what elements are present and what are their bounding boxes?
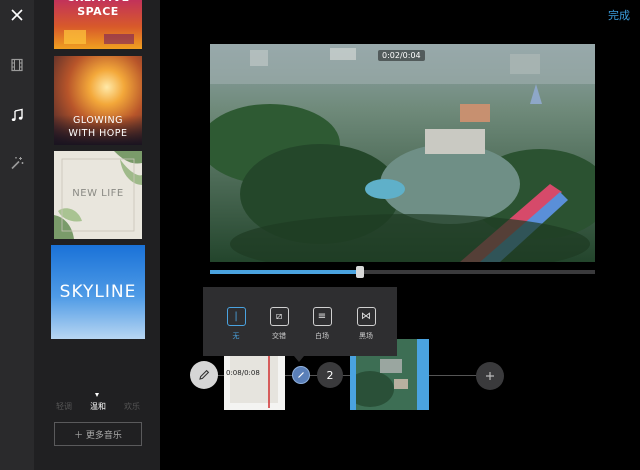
transition-label: 无 [232,332,240,340]
film-icon [11,58,23,72]
tool-rail [0,0,34,470]
done-button[interactable]: 完成 [608,7,630,23]
transition-popup: | 无 ⧄ 交错 ≡ 白场 ⋈ 黑场 [203,287,397,356]
style-selected-caret [95,393,99,397]
scrubber-progress [210,270,360,274]
close-icon [11,9,23,21]
crossfade-icon: ⧄ [269,307,289,326]
theme-tile-glowing-with-hope[interactable]: GLOWING WITH HOPE [54,56,142,145]
transition-option-crossfade[interactable]: ⧄ 交错 [259,307,299,341]
more-music-button[interactable]: ＋ 更多音乐 [54,422,142,446]
transition-option-white-fade[interactable]: ≡ 白场 [302,307,342,341]
transition-label: 交错 [272,332,286,340]
scrubber-handle[interactable] [356,266,364,278]
clip-index-badge: 2 [317,362,343,388]
theme-tile-label: CREATIVE SPACE [66,0,129,18]
plus-icon [486,372,494,380]
theme-tile-new-life[interactable]: NEW LIFE [54,151,142,239]
transition-label: 白场 [315,332,329,340]
theme-park-aerial-image [210,44,595,262]
video-tool-button[interactable] [0,50,34,80]
theme-tile-label: GLOWING WITH HOPE [68,115,128,139]
transition-label: 黑场 [359,332,373,340]
music-style-tab-gentle[interactable]: 温和 [90,401,106,412]
theme-tile-skyline[interactable]: SKYLINE [51,245,145,339]
music-note-icon [11,108,23,121]
effects-tool-button[interactable] [0,148,34,178]
add-clip-button[interactable] [476,362,504,390]
clip-duration-label: 0:08/0:08 [226,369,260,377]
popup-pointer [294,356,304,362]
theme-tile-label: SKYLINE [59,282,137,302]
theme-tile-creative-space[interactable]: CREATIVE SPACE [54,0,142,49]
pencil-icon [199,369,210,380]
theme-tile-label: NEW LIFE [72,188,124,199]
transition-option-none[interactable]: | 无 [216,307,256,341]
magic-wand-icon [11,157,24,170]
video-preview[interactable] [210,44,595,262]
transition-option-black-fade[interactable]: ⋈ 黑场 [346,307,386,341]
black-fade-icon: ⋈ [356,307,376,326]
close-button[interactable] [0,0,34,30]
edit-clip-button[interactable] [190,361,218,389]
music-style-tab-light[interactable]: 轻调 [56,401,72,412]
theme-panel: CREATIVE SPACE GLOWING WITH HOPE NEW LIF… [34,0,160,470]
none-icon: | [226,307,246,326]
music-tool-button[interactable] [0,100,34,130]
timecode-label: 0:02/0:04 [378,50,425,61]
transition-button[interactable] [292,366,310,384]
white-fade-icon: ≡ [312,307,332,326]
transition-slash-icon [298,372,304,378]
music-style-tab-joyful[interactable]: 欢乐 [124,401,140,412]
